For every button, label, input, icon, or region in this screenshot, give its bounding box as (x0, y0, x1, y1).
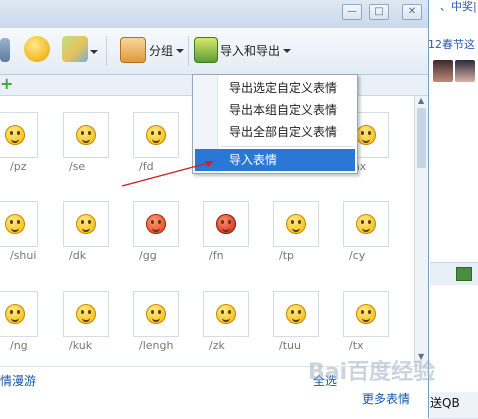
watermark: Bai百度经验 (308, 360, 436, 385)
